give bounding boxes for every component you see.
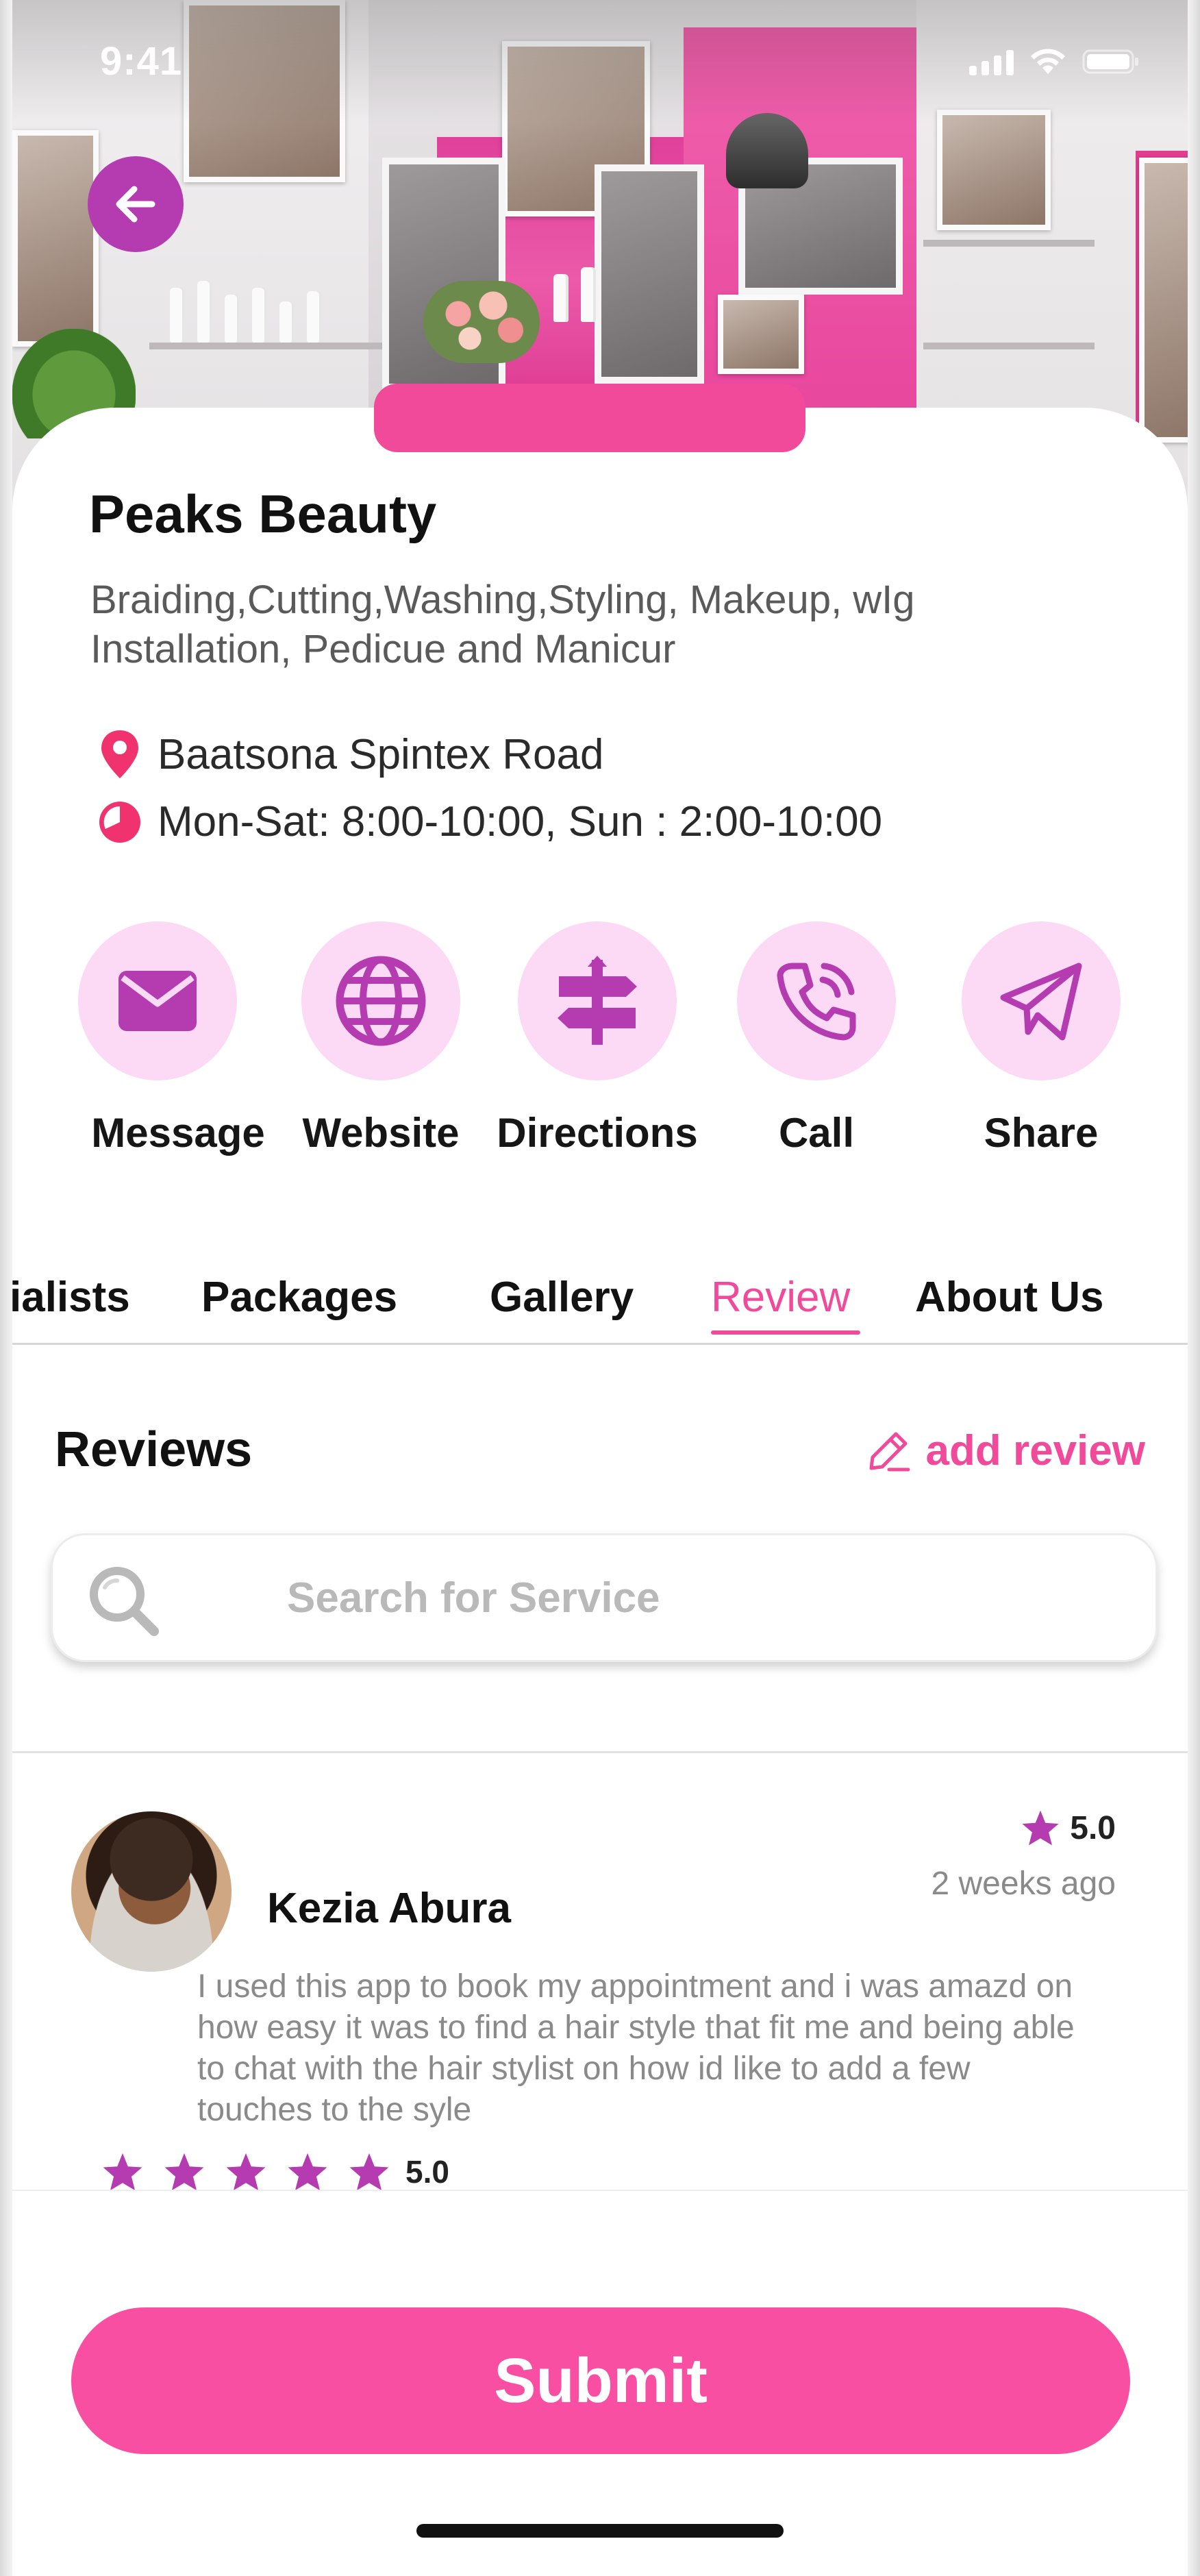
- call-action[interactable]: Call: [737, 921, 896, 1156]
- message-action[interactable]: Message: [78, 921, 265, 1156]
- star-icon: [226, 2153, 266, 2191]
- share-button[interactable]: [962, 921, 1121, 1080]
- add-review-label: add review: [925, 1427, 1145, 1474]
- message-button[interactable]: [78, 921, 237, 1080]
- star-icon: [164, 2153, 204, 2191]
- directions-action[interactable]: Directions: [497, 921, 698, 1156]
- website-label: Website: [302, 1110, 460, 1156]
- reviewer-name: Kezia Abura: [267, 1885, 512, 1932]
- reviewer-avatar: [71, 1811, 232, 1972]
- review-text: I used this app to book my appointment a…: [197, 1968, 1075, 2128]
- website-button[interactable]: [301, 921, 460, 1080]
- phone-icon: [777, 963, 856, 1041]
- location-row: Baatsona Spintex Road: [96, 728, 603, 781]
- globe-icon: [336, 956, 426, 1046]
- call-button[interactable]: [737, 921, 896, 1080]
- call-label: Call: [778, 1110, 855, 1156]
- tab-about-us[interactable]: About Us: [915, 1273, 1104, 1322]
- footer: Submit: [12, 2190, 1188, 2576]
- paper-plane-icon: [1000, 963, 1082, 1041]
- add-review-button[interactable]: add review: [866, 1426, 1145, 1475]
- status-time: 9:41: [100, 39, 183, 84]
- tab-packages[interactable]: Packages: [201, 1273, 397, 1322]
- pencil-icon: [869, 1432, 910, 1471]
- stars-rating-value: 5.0: [405, 2154, 449, 2190]
- tab-specialists[interactable]: ialists: [12, 1273, 130, 1322]
- status-icons: [969, 48, 1140, 75]
- wifi-icon: [1029, 48, 1067, 75]
- hours-row: Mon-Sat: 8:00-10:00, Sun : 2:00-10:00: [96, 797, 882, 846]
- device-frame-right: [1188, 0, 1200, 2576]
- review-date: 2 weeks ago: [931, 1866, 1116, 1902]
- sheet-drag-handle[interactable]: [374, 384, 805, 452]
- star-icon: [288, 2153, 327, 2191]
- cellular-signal-icon: [969, 48, 1014, 75]
- share-action[interactable]: Share: [962, 921, 1121, 1156]
- share-label: Share: [984, 1110, 1099, 1156]
- status-bar: 9:41: [12, 0, 1188, 123]
- location-text: Baatsona Spintex Road: [158, 730, 604, 778]
- tab-gallery[interactable]: Gallery: [490, 1273, 634, 1322]
- device-frame-left: [0, 0, 12, 2576]
- website-action[interactable]: Website: [301, 921, 460, 1156]
- salon-services: Braiding,Cutting,Washing,Styling, Makeup…: [90, 578, 915, 671]
- active-tab-indicator: [711, 1330, 860, 1335]
- tab-review[interactable]: Review: [711, 1273, 850, 1322]
- quick-actions: Message Website Directions Call Share: [68, 921, 1137, 1168]
- envelope-icon: [118, 971, 197, 1031]
- section-tabs: ialists Packages Gallery Review About Us: [12, 1261, 1188, 1345]
- section-divider: [12, 1751, 1188, 1753]
- search-icon: [90, 1567, 159, 1636]
- directions-button[interactable]: [518, 921, 677, 1080]
- search-bar[interactable]: [51, 1533, 1158, 1662]
- star-icon: [1022, 1810, 1059, 1846]
- search-input[interactable]: [286, 1563, 1110, 1633]
- directions-label: Directions: [497, 1110, 698, 1156]
- star-icon: [103, 2153, 142, 2191]
- review-stars: 5.0: [101, 2151, 449, 2192]
- submit-button[interactable]: Submit: [71, 2307, 1130, 2454]
- home-indicator[interactable]: [416, 2524, 784, 2538]
- signpost-icon: [558, 956, 637, 1045]
- app-screen: 9:41 Peaks Beauty Braiding,Cutting,Washi…: [0, 0, 1200, 2576]
- location-pin-icon: [101, 730, 138, 778]
- review-card: Kezia Abura 5.0 2 weeks ago I used this …: [12, 1781, 1188, 2199]
- review-rating-value: 5.0: [1070, 1809, 1116, 1846]
- battery-icon: [1082, 48, 1140, 75]
- message-label: Message: [91, 1110, 265, 1156]
- review-rating: 5.0: [1021, 1809, 1116, 1847]
- arrow-left-icon: [116, 186, 155, 223]
- back-button[interactable]: [88, 156, 184, 252]
- hours-text: Mon-Sat: 8:00-10:00, Sun : 2:00-10:00: [158, 798, 883, 845]
- reviews-title: Reviews: [55, 1422, 253, 1477]
- clock-icon: [99, 801, 140, 843]
- star-icon: [349, 2153, 389, 2191]
- salon-name: Peaks Beauty: [89, 484, 437, 544]
